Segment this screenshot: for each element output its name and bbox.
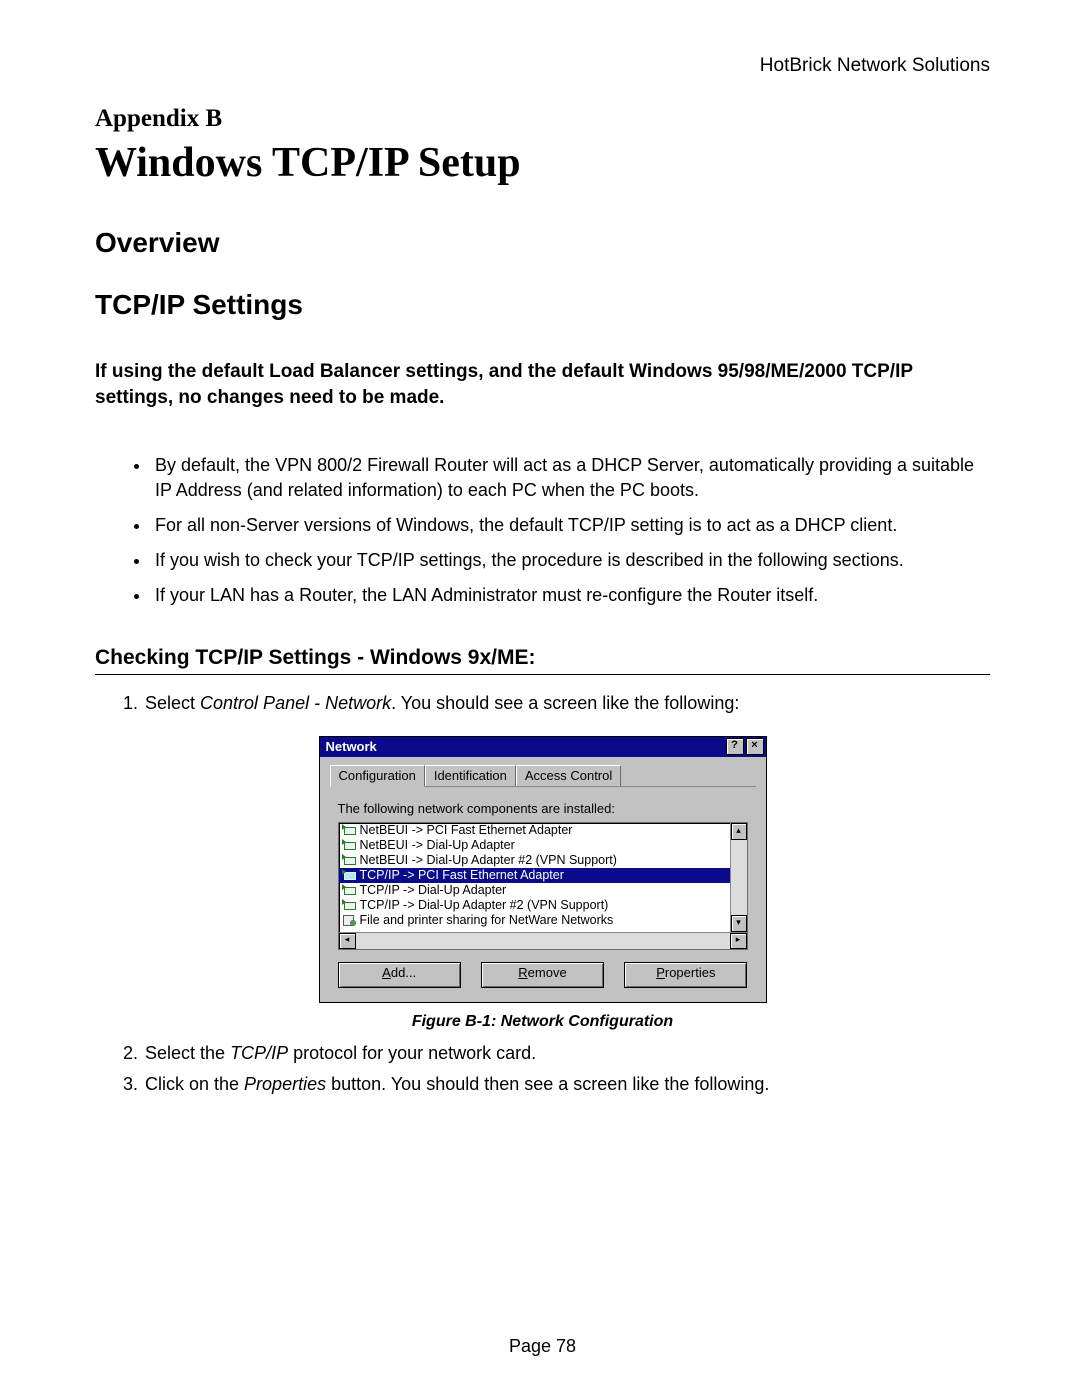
adapter-icon	[342, 839, 356, 851]
page-number: Page 78	[95, 1296, 990, 1357]
adapter-icon	[342, 884, 356, 896]
adapter-icon	[342, 899, 356, 911]
vertical-scrollbar[interactable]: ▴ ▾	[730, 823, 747, 932]
remove-button[interactable]: Remove	[481, 962, 604, 988]
lead-paragraph: If using the default Load Balancer setti…	[95, 359, 990, 411]
list-item[interactable]: NetBEUI -> Dial-Up Adapter	[339, 838, 730, 853]
close-button[interactable]: ×	[746, 738, 764, 755]
numbered-list: Select Control Panel - Network. You shou…	[95, 691, 990, 722]
dialog-body: Configuration Identification Access Cont…	[320, 757, 766, 1002]
bullet-item: By default, the VPN 800/2 Firewall Route…	[151, 453, 990, 503]
tab-strip: Configuration Identification Access Cont…	[330, 765, 756, 787]
step-1-post: . You should see a screen like the follo…	[391, 693, 739, 713]
step-2-em: TCP/IP	[230, 1043, 288, 1063]
step-3-post: button. You should then see a screen lik…	[326, 1074, 769, 1094]
help-button[interactable]: ?	[726, 738, 744, 755]
step-3-em: Properties	[244, 1074, 326, 1094]
horizontal-scrollbar[interactable]: ◂ ▸	[339, 932, 747, 949]
bullet-item: If your LAN has a Router, the LAN Admini…	[151, 583, 990, 608]
step-2-pre: Select the	[145, 1043, 230, 1063]
list-item[interactable]: NetBEUI -> Dial-Up Adapter #2 (VPN Suppo…	[339, 853, 730, 868]
scroll-right-button[interactable]: ▸	[730, 933, 747, 949]
adapter-icon	[342, 854, 356, 866]
dialog-title: Network	[326, 739, 377, 754]
page: HotBrick Network Solutions Appendix B Wi…	[0, 0, 1080, 1397]
service-icon	[342, 914, 356, 926]
title-bar: Network ? ×	[320, 737, 766, 757]
step-1-pre: Select	[145, 693, 200, 713]
button-row: Add... Remove Properties	[338, 962, 748, 988]
section-overview: Overview	[95, 227, 990, 259]
listbox-items: NetBEUI -> PCI Fast Ethernet Adapter Net…	[339, 823, 730, 932]
bullet-item: For all non-Server versions of Windows, …	[151, 513, 990, 538]
step-1: Select Control Panel - Network. You shou…	[143, 691, 990, 716]
bullet-list: By default, the VPN 800/2 Firewall Route…	[95, 453, 990, 617]
header-brand: HotBrick Network Solutions	[95, 55, 990, 77]
add-button[interactable]: Add...	[338, 962, 461, 988]
subheading-checking-tcpip: Checking TCP/IP Settings - Windows 9x/ME…	[95, 646, 990, 675]
properties-button[interactable]: Properties	[624, 962, 747, 988]
step-2: Select the TCP/IP protocol for your netw…	[143, 1041, 990, 1066]
list-item[interactable]: TCP/IP -> Dial-Up Adapter	[339, 883, 730, 898]
scroll-left-button[interactable]: ◂	[339, 933, 356, 949]
adapter-icon	[342, 824, 356, 836]
step-3-pre: Click on the	[145, 1074, 244, 1094]
section-tcpip-settings: TCP/IP Settings	[95, 289, 990, 321]
page-title: Windows TCP/IP Setup	[95, 139, 990, 187]
components-listbox[interactable]: NetBEUI -> PCI Fast Ethernet Adapter Net…	[338, 822, 748, 950]
appendix-label: Appendix B	[95, 105, 990, 133]
list-item[interactable]: File and printer sharing for NetWare Net…	[339, 913, 730, 928]
step-1-em: Control Panel - Network	[200, 693, 391, 713]
listbox-label: The following network components are ins…	[338, 801, 756, 816]
list-item-selected[interactable]: TCP/IP -> PCI Fast Ethernet Adapter	[339, 868, 730, 883]
figure-caption: Figure B-1: Network Configuration	[412, 1013, 673, 1031]
scroll-up-button[interactable]: ▴	[731, 823, 747, 840]
step-3: Click on the Properties button. You shou…	[143, 1072, 990, 1097]
bullet-item: If you wish to check your TCP/IP setting…	[151, 548, 990, 573]
adapter-icon	[342, 869, 356, 881]
tab-access-control[interactable]: Access Control	[516, 765, 621, 786]
list-item[interactable]: NetBEUI -> PCI Fast Ethernet Adapter	[339, 823, 730, 838]
figure-network-dialog: Network ? × Configuration Identification…	[95, 736, 990, 1031]
network-dialog: Network ? × Configuration Identification…	[319, 736, 767, 1003]
scroll-down-button[interactable]: ▾	[731, 915, 747, 932]
step-2-post: protocol for your network card.	[288, 1043, 536, 1063]
numbered-list-cont: Select the TCP/IP protocol for your netw…	[95, 1041, 990, 1103]
tab-configuration[interactable]: Configuration	[330, 765, 425, 787]
tab-identification[interactable]: Identification	[425, 765, 516, 786]
list-item[interactable]: TCP/IP -> Dial-Up Adapter #2 (VPN Suppor…	[339, 898, 730, 913]
